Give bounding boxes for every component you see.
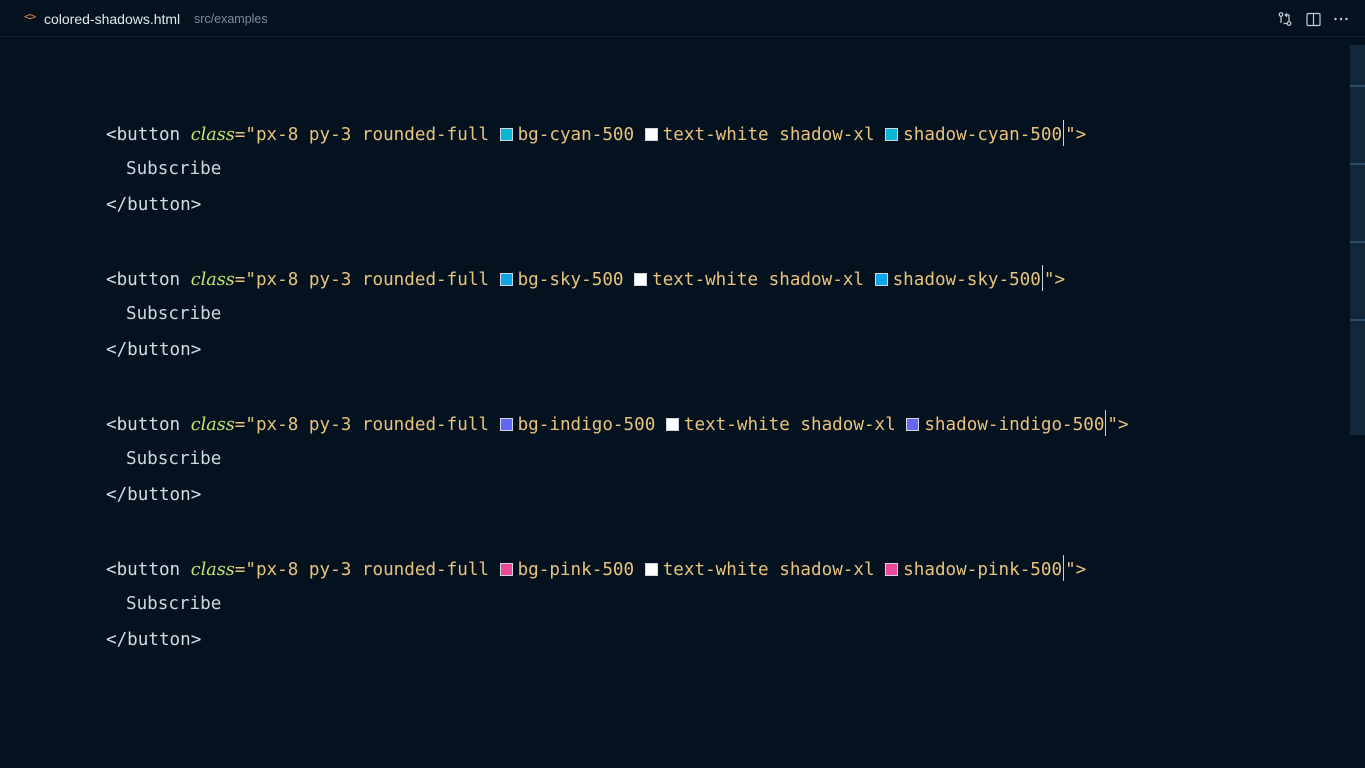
attribute-eq-quote: =" (234, 270, 256, 290)
scrollbar-marker (1350, 241, 1365, 243)
color-swatch-bg[interactable] (499, 128, 513, 141)
html-close-tag: </button> (106, 630, 202, 650)
editor-tab-bar: <> colored-shadows.html src/examples (0, 0, 1365, 37)
html-close-tag: </button> (106, 340, 202, 360)
attribute-close-quote: "> (1043, 270, 1066, 290)
static-classes: px-8 py-3 rounded-full (255, 270, 500, 290)
mid-classes: text-white shadow-xl (683, 415, 907, 435)
html-close-tag: </button> (106, 485, 202, 505)
color-swatch-text[interactable] (644, 128, 658, 141)
color-swatch-text[interactable] (644, 563, 658, 576)
scrollbar-marker (1350, 163, 1365, 165)
color-swatch-shadow[interactable] (885, 563, 899, 576)
static-classes: px-8 py-3 rounded-full (255, 560, 500, 580)
shadow-class: shadow-cyan-500 (903, 125, 1063, 145)
html-open-tag: <button (106, 125, 181, 145)
attribute-eq-quote: =" (234, 125, 256, 145)
button-body-text: Subscribe (126, 159, 222, 179)
scrollbar-marker (1350, 319, 1365, 321)
attribute-eq-quote: =" (234, 560, 256, 580)
bg-class: bg-cyan-500 (517, 125, 635, 145)
code-line-body[interactable]: Subscribe (106, 446, 221, 472)
code-line-close-tag[interactable]: </button> (106, 192, 201, 218)
color-swatch-shadow[interactable] (874, 273, 888, 286)
color-swatch-text[interactable] (634, 273, 648, 286)
static-classes: px-8 py-3 rounded-full (255, 415, 500, 435)
code-brackets-icon: <> (24, 10, 36, 23)
scrollbar-marker (1350, 85, 1365, 87)
code-line-open-tag[interactable]: <button class="px-8 py-3 rounded-full bg… (106, 410, 1129, 436)
button-body-text: Subscribe (126, 594, 222, 614)
color-swatch-bg[interactable] (499, 273, 513, 286)
html-open-tag: <button (106, 270, 181, 290)
color-swatch-bg[interactable] (499, 418, 513, 431)
color-swatch-shadow[interactable] (906, 418, 920, 431)
color-swatch-bg[interactable] (499, 563, 513, 576)
mid-classes: text-white shadow-xl (652, 270, 875, 290)
attribute-eq-quote: =" (234, 415, 256, 435)
color-swatch-text[interactable] (665, 418, 679, 431)
attribute-close-quote: "> (1107, 415, 1129, 435)
code-line-body[interactable]: Subscribe (106, 301, 221, 327)
code-line-body[interactable]: Subscribe (106, 156, 221, 182)
shadow-class: shadow-sky-500 (892, 270, 1041, 290)
code-line-close-tag[interactable]: </button> (106, 627, 201, 653)
tab-filename[interactable]: colored-shadows.html (44, 11, 180, 27)
tab-file-path: src/examples (194, 12, 268, 26)
bg-class: bg-pink-500 (517, 560, 635, 580)
attribute-close-quote: "> (1065, 560, 1087, 580)
source-control-compare-icon[interactable] (1276, 10, 1294, 28)
attribute-name: class (190, 270, 235, 290)
code-line-close-tag[interactable]: </button> (106, 482, 201, 508)
attribute-name: class (190, 415, 235, 435)
code-line-body[interactable]: Subscribe (106, 591, 221, 617)
mid-classes: text-white shadow-xl (662, 560, 886, 580)
html-open-tag: <button (106, 415, 181, 435)
code-line-open-tag[interactable]: <button class="px-8 py-3 rounded-full bg… (106, 120, 1086, 146)
html-close-tag: </button> (106, 195, 202, 215)
text-cursor (1063, 555, 1065, 581)
code-line-close-tag[interactable]: </button> (106, 337, 201, 363)
more-actions-icon[interactable] (1332, 10, 1350, 28)
static-classes: px-8 py-3 rounded-full (255, 125, 500, 145)
vertical-scrollbar[interactable] (1350, 45, 1365, 435)
code-editor[interactable]: <button class="px-8 py-3 rounded-full bg… (0, 37, 1350, 768)
button-body-text: Subscribe (126, 449, 222, 469)
attribute-name: class (190, 560, 235, 580)
button-body-text: Subscribe (126, 304, 222, 324)
bg-class: bg-indigo-500 (517, 415, 656, 435)
attribute-name: class (190, 125, 235, 145)
bg-class: bg-sky-500 (517, 270, 624, 290)
shadow-class: shadow-indigo-500 (924, 415, 1105, 435)
text-cursor (1063, 120, 1065, 146)
code-line-open-tag[interactable]: <button class="px-8 py-3 rounded-full bg… (106, 555, 1086, 581)
mid-classes: text-white shadow-xl (662, 125, 886, 145)
shadow-class: shadow-pink-500 (903, 560, 1063, 580)
text-cursor (1041, 265, 1043, 291)
code-line-open-tag[interactable]: <button class="px-8 py-3 rounded-full bg… (106, 265, 1065, 291)
color-swatch-shadow[interactable] (885, 128, 899, 141)
split-editor-icon[interactable] (1304, 10, 1322, 28)
attribute-close-quote: "> (1065, 125, 1087, 145)
html-open-tag: <button (106, 560, 181, 580)
